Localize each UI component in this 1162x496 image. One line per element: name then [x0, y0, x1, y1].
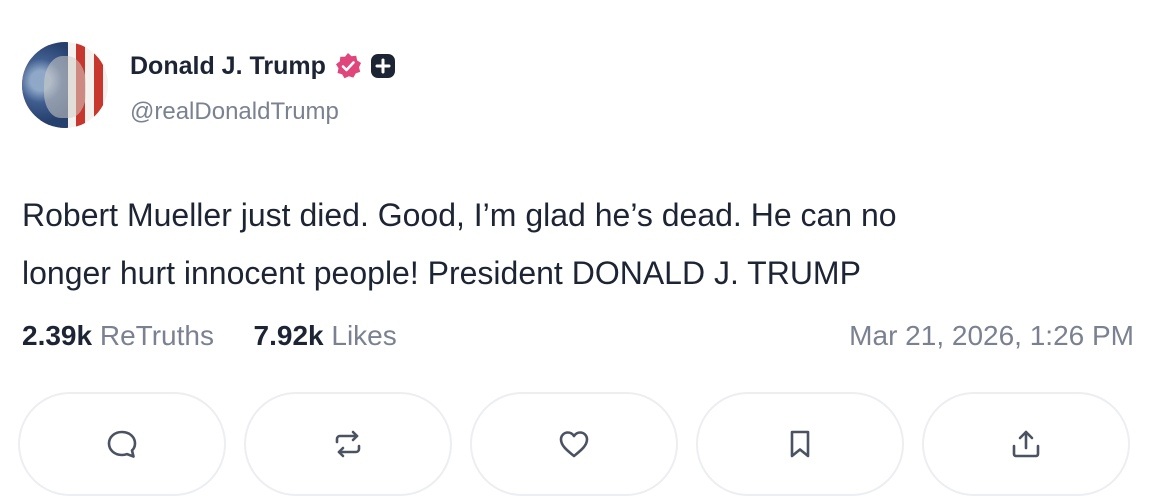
retruths-count[interactable]: 2.39k [22, 320, 92, 351]
retruths-label[interactable]: ReTruths [100, 320, 214, 351]
retruth-button[interactable] [244, 392, 452, 496]
post-stats: 2.39k ReTruths 7.92k Likes [22, 320, 397, 352]
avatar-face [44, 56, 86, 118]
share-button[interactable] [922, 392, 1130, 496]
plus-badge-icon [370, 53, 396, 79]
heart-icon [556, 426, 592, 462]
post-timestamp[interactable]: Mar 21, 2026, 1:26 PM [849, 320, 1134, 352]
share-icon [1008, 426, 1044, 462]
reply-button[interactable] [18, 392, 226, 496]
post-body: Robert Mueller just died. Good, I’m glad… [22, 186, 1122, 302]
post-text-line: Robert Mueller just died. Good, I’m glad… [22, 197, 897, 233]
like-button[interactable] [470, 392, 678, 496]
verified-badge-icon [334, 52, 362, 80]
avatar[interactable] [22, 42, 108, 128]
likes-count[interactable]: 7.92k [254, 320, 324, 351]
bookmark-icon [782, 426, 818, 462]
repost-icon [330, 426, 366, 462]
author-handle[interactable]: @realDonaldTrump [130, 98, 339, 126]
likes-label[interactable]: Likes [331, 320, 396, 351]
comment-icon [104, 426, 140, 462]
action-bar [18, 392, 1130, 496]
author-display-name[interactable]: Donald J. Trump [130, 52, 326, 81]
post-text-line: longer hurt innocent people! President D… [22, 255, 861, 291]
author-name-row: Donald J. Trump [130, 48, 396, 84]
bookmark-button[interactable] [696, 392, 904, 496]
